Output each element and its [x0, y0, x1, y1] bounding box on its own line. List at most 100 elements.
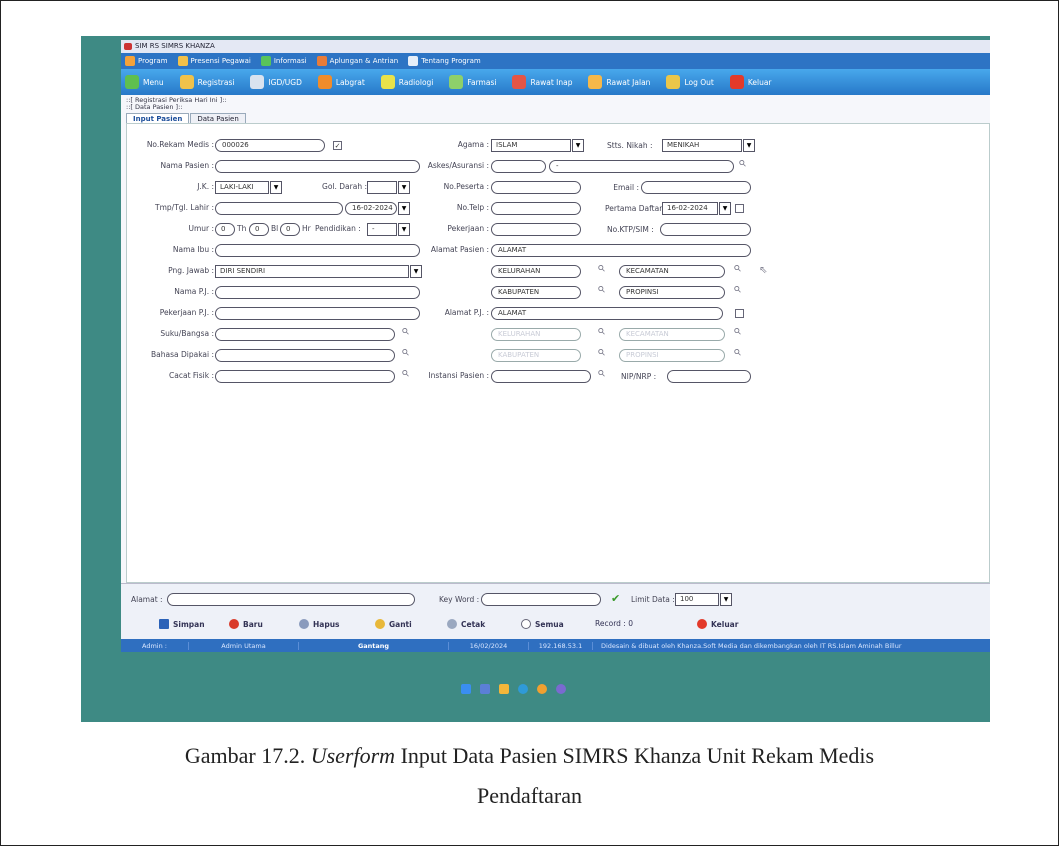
keyword-input[interactable]	[481, 593, 601, 606]
png-jawab-select[interactable]: DIRI SENDIRI	[215, 265, 409, 278]
app-icon[interactable]	[537, 684, 547, 694]
paperclip-icon[interactable]: ⚲	[400, 347, 412, 359]
limit-select[interactable]: 100	[675, 593, 719, 606]
start-icon[interactable]	[461, 684, 471, 694]
paperclip-icon[interactable]: ⚲	[732, 284, 744, 296]
simpan-button[interactable]: Simpan	[159, 619, 205, 629]
cetak-button[interactable]: Cetak	[447, 619, 485, 629]
paperclip-icon[interactable]: ⚲	[737, 158, 749, 170]
toolbar-lab-button[interactable]: Labgrat	[317, 75, 365, 89]
kabupaten-pj-field[interactable]: KABUPATEN	[491, 349, 581, 362]
toolbar-logout-button[interactable]: Log Out	[666, 75, 714, 89]
propinsi-field[interactable]: PROPINSI	[619, 286, 725, 299]
taskview-icon[interactable]	[480, 684, 490, 694]
pekerjaan-pj-field[interactable]	[215, 307, 420, 320]
chevron-down-icon[interactable]: ▼	[572, 139, 584, 152]
baru-button[interactable]: Baru	[229, 619, 263, 629]
paperclip-icon[interactable]: ⚲	[400, 368, 412, 380]
chevron-down-icon[interactable]: ▼	[398, 202, 410, 215]
umur-bl-field[interactable]: 0	[249, 223, 269, 236]
no-telp-field[interactable]	[491, 202, 581, 215]
no-rm-field[interactable]: 000026	[215, 139, 325, 152]
hapus-button[interactable]: Hapus	[299, 619, 340, 629]
paperclip-icon[interactable]: ⚲	[400, 326, 412, 338]
semua-button[interactable]: Semua	[521, 619, 564, 629]
toolbar-keluar-button[interactable]: Keluar	[729, 75, 772, 89]
daftar-checkbox[interactable]	[735, 204, 744, 213]
paperclip-icon[interactable]: ⚲	[596, 326, 608, 338]
ktp-field[interactable]	[660, 223, 751, 236]
folder-icon[interactable]	[499, 684, 509, 694]
toolbar-farmasi-button[interactable]: Farmasi	[449, 75, 496, 89]
chevron-down-icon[interactable]: ▼	[410, 265, 422, 278]
nama-pasien-field[interactable]	[215, 160, 420, 173]
umur-th-field[interactable]: 0	[215, 223, 235, 236]
no-rm-checkbox[interactable]: ✓	[333, 141, 342, 150]
label-ktp: No.KTP/SIM :	[607, 225, 654, 234]
nama-pj-field[interactable]	[215, 286, 420, 299]
tgl-daftar-field[interactable]: 16-02-2024	[662, 202, 718, 215]
bottom-bar: Alamat : Key Word : ✔ Limit Data : 100 ▼…	[121, 583, 990, 639]
instansi-field[interactable]	[491, 370, 591, 383]
cacat-field[interactable]	[215, 370, 395, 383]
agama-select[interactable]: ISLAM	[491, 139, 571, 152]
menu-informasi[interactable]: Informasi	[260, 56, 307, 66]
bahasa-field[interactable]	[215, 349, 395, 362]
no-peserta-field[interactable]	[491, 181, 581, 194]
pekerjaan-field[interactable]	[491, 223, 581, 236]
kelurahan-field[interactable]: KELURAHAN	[491, 265, 581, 278]
checkmark-icon[interactable]: ✔	[611, 592, 620, 605]
app-icon[interactable]	[556, 684, 566, 694]
keluar-button[interactable]: Keluar	[697, 619, 738, 629]
caption-line-2: Pendaftaran	[476, 783, 583, 808]
toolbar-menu-button[interactable]: Menu	[125, 75, 164, 89]
kabupaten-field[interactable]: KABUPATEN	[491, 286, 581, 299]
gol-darah-select[interactable]	[367, 181, 397, 194]
browser-icon[interactable]	[518, 684, 528, 694]
paperclip-icon[interactable]: ⚲	[596, 368, 608, 380]
toolbar-radiologi-button[interactable]: Radiologi	[380, 75, 433, 89]
kecamatan-field[interactable]: KECAMATAN	[619, 265, 725, 278]
askes-name-field[interactable]: -	[549, 160, 734, 173]
chevron-down-icon[interactable]: ▼	[270, 181, 282, 194]
kelurahan-pj-field[interactable]: KELURAHAN	[491, 328, 581, 341]
paperclip-icon[interactable]: ⚲	[596, 263, 608, 275]
chevron-down-icon[interactable]: ▼	[743, 139, 755, 152]
suku-field[interactable]	[215, 328, 395, 341]
label-limit: Limit Data :	[631, 595, 675, 604]
search-alamat-field[interactable]	[167, 593, 415, 606]
propinsi-pj-field[interactable]: PROPINSI	[619, 349, 725, 362]
ganti-button[interactable]: Ganti	[375, 619, 412, 629]
menu-tentang[interactable]: Tentang Program	[408, 56, 481, 66]
askes-code-field[interactable]	[491, 160, 546, 173]
alamat-pj-checkbox[interactable]	[735, 309, 744, 318]
nip-field[interactable]	[667, 370, 751, 383]
toolbar-rawat-jalan-button[interactable]: Rawat Jalan	[588, 75, 650, 89]
toolbar-registrasi-button[interactable]: Registrasi	[179, 75, 234, 89]
chevron-down-icon[interactable]: ▼	[398, 223, 410, 236]
paperclip-icon[interactable]: ⚲	[596, 284, 608, 296]
nama-ibu-field[interactable]	[215, 244, 420, 257]
menu-presensi[interactable]: Presensi Pegawai	[177, 56, 251, 66]
alamat-pj-field[interactable]: ALAMAT	[491, 307, 723, 320]
menu-antrian[interactable]: Aplungan & Antrian	[316, 56, 398, 66]
alamat-field[interactable]: ALAMAT	[491, 244, 751, 257]
email-field[interactable]	[641, 181, 751, 194]
paperclip-icon[interactable]: ⚲	[596, 347, 608, 359]
paperclip-icon[interactable]: ⚲	[732, 347, 744, 359]
paperclip-icon[interactable]: ⚲	[732, 263, 744, 275]
chevron-down-icon[interactable]: ▼	[398, 181, 410, 194]
chevron-down-icon[interactable]: ▼	[720, 593, 732, 606]
toolbar-igd-button[interactable]: IGD/UGD	[250, 75, 302, 89]
stts-nikah-select[interactable]: MENIKAH	[662, 139, 742, 152]
tgl-lahir-field[interactable]: 16-02-2024	[345, 202, 397, 215]
paperclip-icon[interactable]: ⚲	[732, 326, 744, 338]
kecamatan-pj-field[interactable]: KECAMATAN	[619, 328, 725, 341]
menu-program[interactable]: Program	[125, 56, 168, 66]
toolbar-rawat-inap-button[interactable]: Rawat Inap	[512, 75, 572, 89]
chevron-down-icon[interactable]: ▼	[719, 202, 731, 215]
umur-hr-field[interactable]: 0	[280, 223, 300, 236]
jk-select[interactable]: LAKI-LAKI	[215, 181, 269, 194]
tempat-lahir-field[interactable]	[215, 202, 343, 215]
pendidikan-select[interactable]: -	[367, 223, 397, 236]
